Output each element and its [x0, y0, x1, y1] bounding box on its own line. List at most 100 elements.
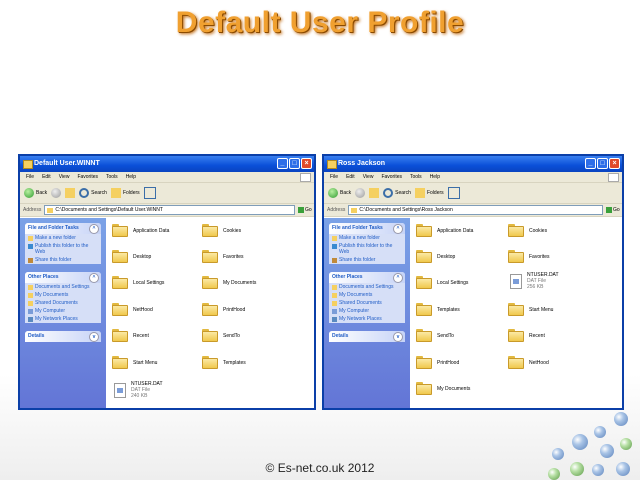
- folder-item[interactable]: Application Data: [112, 224, 169, 237]
- minimize-button[interactable]: _: [277, 158, 288, 169]
- go-button[interactable]: Go: [298, 206, 314, 214]
- folder-item[interactable]: My Documents: [202, 276, 256, 289]
- task-link-publish-web[interactable]: Publish this folder to the Web: [25, 242, 101, 256]
- explorer-window-default-user: Default User.WINNT _ □ × File Edit View …: [18, 154, 316, 410]
- back-button[interactable]: Back: [24, 188, 47, 198]
- place-link-my-computer[interactable]: My Computer: [329, 307, 405, 315]
- folders-button[interactable]: Folders: [110, 188, 140, 198]
- folder-item[interactable]: Templates: [416, 303, 460, 316]
- menu-view[interactable]: View: [363, 172, 374, 182]
- file-item[interactable]: NTUSER.DAT DAT File 256 KB: [510, 272, 559, 290]
- menu-view[interactable]: View: [59, 172, 70, 182]
- folder-item[interactable]: Favorites: [508, 250, 550, 263]
- place-link-my-documents[interactable]: My Documents: [329, 291, 405, 299]
- menu-edit[interactable]: Edit: [42, 172, 51, 182]
- search-button[interactable]: Search: [383, 188, 411, 198]
- menu-help[interactable]: Help: [430, 172, 440, 182]
- window-titlebar[interactable]: Ross Jackson _ □ ×: [324, 156, 622, 172]
- views-icon: [447, 187, 460, 199]
- folder-item[interactable]: SendTo: [416, 329, 454, 342]
- collapse-chevron-icon[interactable]: ^: [89, 224, 99, 234]
- maximize-button[interactable]: □: [597, 158, 608, 169]
- file-folder-tasks-header[interactable]: File and Folder Tasks ^: [25, 223, 101, 234]
- back-button[interactable]: Back: [328, 188, 351, 198]
- place-link-documents-settings[interactable]: Documents and Settings: [329, 283, 405, 291]
- other-places-header[interactable]: Other Places ^: [25, 272, 101, 283]
- folder-item[interactable]: PrintHood: [202, 303, 245, 316]
- folder-item[interactable]: Start Menu: [112, 356, 157, 369]
- place-link-my-computer[interactable]: My Computer: [25, 307, 101, 315]
- folder-item[interactable]: NetHood: [508, 356, 549, 369]
- folder-item[interactable]: Local Settings: [112, 276, 164, 289]
- share-icon: [332, 258, 337, 263]
- place-link-my-network[interactable]: My Network Places: [25, 315, 101, 323]
- folder-item[interactable]: PrintHood: [416, 356, 459, 369]
- folder-item[interactable]: Favorites: [202, 250, 244, 263]
- menu-favorites[interactable]: Favorites: [381, 172, 402, 182]
- computer-icon: [28, 309, 33, 314]
- collapse-chevron-icon[interactable]: ^: [89, 273, 99, 283]
- task-link-share-folder[interactable]: Share this folder: [329, 256, 405, 264]
- task-link-new-folder[interactable]: Make a new folder: [25, 234, 101, 242]
- folder-icon: [47, 207, 54, 213]
- menu-favorites[interactable]: Favorites: [77, 172, 98, 182]
- address-input[interactable]: C:\Documents and Settings\Default User.W…: [44, 205, 295, 215]
- folder-item[interactable]: Cookies: [202, 224, 241, 237]
- folder-item[interactable]: Application Data: [416, 224, 473, 237]
- expand-chevron-icon[interactable]: v: [393, 332, 403, 342]
- up-button[interactable]: [369, 188, 380, 198]
- other-places-header[interactable]: Other Places ^: [329, 272, 405, 283]
- folder-item[interactable]: Templates: [202, 356, 246, 369]
- minimize-button[interactable]: _: [585, 158, 596, 169]
- place-link-my-network[interactable]: My Network Places: [329, 315, 405, 323]
- address-bar: Address C:\Documents and Settings\Ross J…: [324, 204, 622, 217]
- folder-item[interactable]: SendTo: [202, 329, 240, 342]
- place-link-documents-settings[interactable]: Documents and Settings: [25, 283, 101, 291]
- menu-tools[interactable]: Tools: [410, 172, 422, 182]
- menu-edit[interactable]: Edit: [346, 172, 355, 182]
- folder-icon: [202, 250, 218, 263]
- folder-item[interactable]: Cookies: [508, 224, 547, 237]
- folder-item[interactable]: Local Settings: [416, 276, 468, 289]
- place-link-my-documents[interactable]: My Documents: [25, 291, 101, 299]
- folder-item[interactable]: NetHood: [112, 303, 153, 316]
- go-button[interactable]: Go: [606, 206, 622, 214]
- other-places-panel: Other Places ^ Documents and Settings My …: [329, 272, 405, 323]
- folder-item[interactable]: Start Menu: [508, 303, 553, 316]
- up-button[interactable]: [65, 188, 76, 198]
- expand-chevron-icon[interactable]: v: [89, 332, 99, 342]
- forward-button[interactable]: [51, 188, 62, 198]
- maximize-button[interactable]: □: [289, 158, 300, 169]
- views-button[interactable]: [447, 187, 460, 199]
- forward-button[interactable]: [355, 188, 366, 198]
- window-titlebar[interactable]: Default User.WINNT _ □ ×: [20, 156, 314, 172]
- menu-tools[interactable]: Tools: [106, 172, 118, 182]
- folder-icon: [351, 207, 358, 213]
- close-button[interactable]: ×: [609, 158, 620, 169]
- task-link-publish-web[interactable]: Publish this folder to the Web: [329, 242, 405, 256]
- task-link-share-folder[interactable]: Share this folder: [25, 256, 101, 264]
- details-header[interactable]: Details v: [329, 331, 405, 342]
- file-item[interactable]: NTUSER.DAT DAT File 240 KB: [114, 381, 163, 399]
- task-link-new-folder[interactable]: Make a new folder: [329, 234, 405, 242]
- folder-item[interactable]: Desktop: [416, 250, 455, 263]
- menu-file[interactable]: File: [330, 172, 338, 182]
- folder-item[interactable]: My Documents: [416, 382, 470, 395]
- menu-file[interactable]: File: [26, 172, 34, 182]
- details-header[interactable]: Details v: [25, 331, 101, 342]
- menu-help[interactable]: Help: [126, 172, 136, 182]
- views-button[interactable]: [143, 187, 156, 199]
- folder-item[interactable]: Recent: [508, 329, 545, 342]
- collapse-chevron-icon[interactable]: ^: [393, 224, 403, 234]
- folder-item[interactable]: Recent: [112, 329, 149, 342]
- place-link-shared-documents[interactable]: Shared Documents: [329, 299, 405, 307]
- folders-button[interactable]: Folders: [414, 188, 444, 198]
- place-link-shared-documents[interactable]: Shared Documents: [25, 299, 101, 307]
- search-button[interactable]: Search: [79, 188, 107, 198]
- file-folder-tasks-header[interactable]: File and Folder Tasks ^: [329, 223, 405, 234]
- close-button[interactable]: ×: [301, 158, 312, 169]
- collapse-chevron-icon[interactable]: ^: [393, 273, 403, 283]
- slide-title: Default User Profile: [175, 6, 465, 39]
- folder-item[interactable]: Desktop: [112, 250, 151, 263]
- address-input[interactable]: C:\Documents and Settings\Ross Jackson: [348, 205, 603, 215]
